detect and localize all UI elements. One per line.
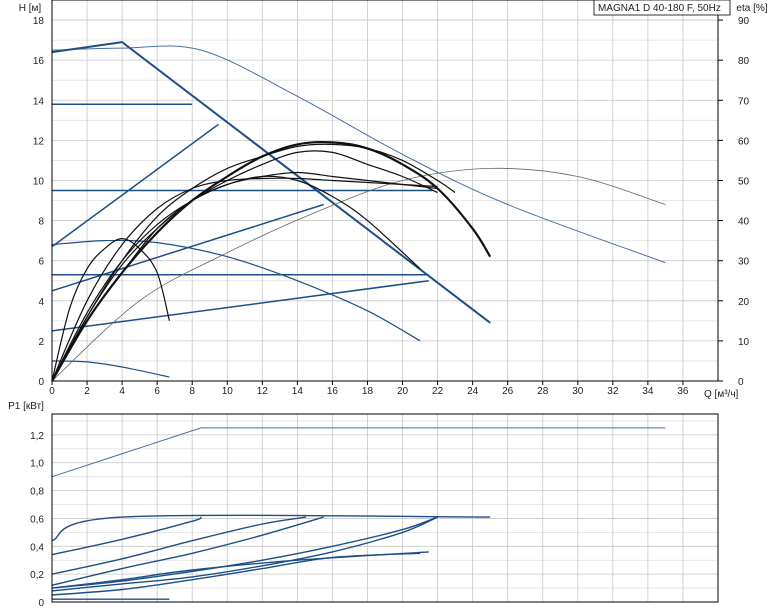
y2-tick-label-eta: 0 [738, 377, 744, 388]
x-tick-label: 24 [467, 386, 479, 397]
x-tick-label: 30 [572, 386, 584, 397]
y-tick-label-h: 6 [38, 257, 44, 268]
y2-tick-label-eta: 60 [738, 136, 750, 147]
y-tick-label-h: 4 [38, 297, 44, 308]
y2-tick-label-eta: 20 [738, 297, 750, 308]
x-tick-label: 22 [432, 386, 444, 397]
y2-tick-label-eta: 10 [738, 337, 750, 348]
x-tick-label: 8 [189, 386, 195, 397]
y2-tick-label-eta: 40 [738, 217, 750, 228]
x-tick-label: 10 [222, 386, 234, 397]
pump-performance-chart: MAGNA1 D 40-180 F, 50Hz H [м] eta [%] Q … [0, 0, 774, 611]
x-tick-label: 2 [84, 386, 90, 397]
y-tick-label-p1: 1,0 [30, 459, 44, 470]
y-tick-label-p1: 0,8 [30, 487, 44, 498]
y2-tick-label-eta: 70 [738, 96, 750, 107]
chart-title: MAGNA1 D 40-180 F, 50Hz [598, 3, 721, 14]
x-tick-label: 36 [677, 386, 689, 397]
x-tick-label: 32 [607, 386, 619, 397]
y-tick-label-h: 8 [38, 217, 44, 228]
y-axis-label-p1: P1 [кВт] [8, 401, 44, 412]
y2-tick-label-eta: 90 [738, 16, 750, 27]
x-tick-label: 16 [327, 386, 339, 397]
x-tick-label: 6 [154, 386, 160, 397]
x-tick-label: 14 [292, 386, 304, 397]
y-tick-label-p1: 0,2 [30, 570, 44, 581]
y-tick-label-h: 0 [38, 377, 44, 388]
y-tick-label-h: 14 [33, 96, 45, 107]
y-tick-label-h: 2 [38, 337, 44, 348]
x-tick-label: 20 [397, 386, 409, 397]
y-axis-label-h: H [м] [19, 3, 42, 14]
x-tick-label: 4 [119, 386, 125, 397]
y-tick-label-p1: 1,2 [30, 431, 44, 442]
y-tick-label-p1: 0 [38, 598, 44, 609]
y2-tick-label-eta: 30 [738, 257, 750, 268]
y2-tick-label-eta: 80 [738, 56, 750, 67]
y-tick-label-h: 12 [33, 136, 45, 147]
x-tick-label: 12 [257, 386, 269, 397]
y2-axis-label-eta: eta [%] [736, 3, 767, 14]
x-tick-label: 26 [502, 386, 514, 397]
x-tick-label: 0 [49, 386, 55, 397]
y-tick-label-h: 18 [33, 16, 45, 27]
x-axis-label-q: Q [м³/ч] [704, 389, 739, 400]
y-tick-label-h: 16 [33, 56, 45, 67]
y2-tick-label-eta: 50 [738, 176, 750, 187]
y-tick-label-p1: 0,4 [30, 542, 44, 553]
y-tick-label-h: 10 [33, 176, 45, 187]
chart-background [0, 0, 774, 611]
x-tick-label: 28 [537, 386, 549, 397]
y-tick-label-p1: 0,6 [30, 514, 44, 525]
x-tick-label: 18 [362, 386, 374, 397]
x-tick-label: 34 [642, 386, 654, 397]
